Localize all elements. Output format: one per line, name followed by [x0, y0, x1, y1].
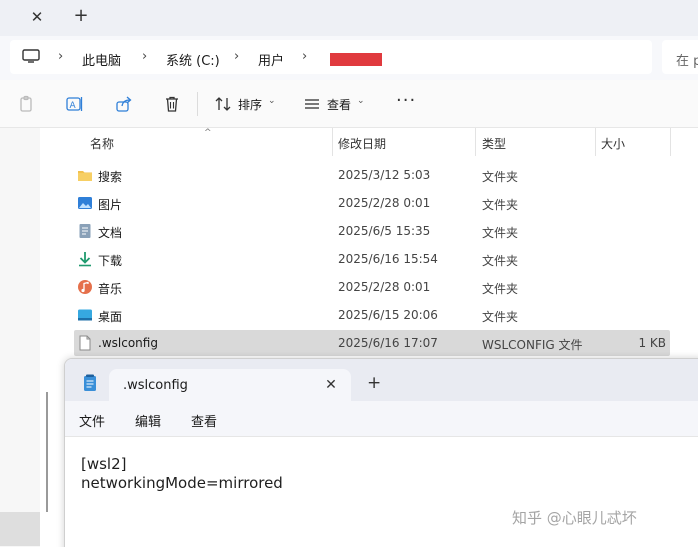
list-item[interactable]: 文档 2025/6/5 15:35 文件夹	[74, 218, 670, 244]
column-header-size[interactable]: 大小	[595, 128, 670, 156]
svg-text:A: A	[70, 101, 77, 111]
breadcrumb-system-drive[interactable]: 系统 (C:)	[166, 50, 220, 69]
file-type: 文件夹	[482, 198, 519, 212]
search-input[interactable]: 在 p	[662, 40, 698, 74]
navigation-pane[interactable]	[0, 128, 40, 547]
file-date: 2025/2/28 0:01	[338, 196, 431, 210]
watermark: 知乎 @心眼儿忒坏	[512, 509, 637, 527]
desktop-folder-icon	[78, 309, 92, 321]
documents-folder-icon	[79, 224, 91, 238]
file-name: 文档	[98, 226, 123, 240]
more-options-icon[interactable]: ···	[396, 90, 416, 111]
redacted-username	[330, 53, 382, 66]
search-placeholder: 在 p	[676, 54, 698, 69]
list-item[interactable]: 下载 2025/6/16 15:54 文件夹	[74, 246, 670, 272]
view-button[interactable]: 查看	[327, 96, 351, 113]
list-item[interactable]: 图片 2025/2/28 0:01 文件夹	[74, 190, 670, 216]
file-type: 文件夹	[482, 310, 519, 324]
chevron-right-icon: ›	[58, 49, 64, 64]
list-item[interactable]: 音乐 2025/2/28 0:01 文件夹	[74, 274, 670, 300]
explorer-tab-strip: ✕ +	[0, 0, 698, 36]
navigation-pane-selected-item[interactable]	[0, 512, 40, 546]
scrollbar[interactable]	[46, 392, 48, 512]
column-divider[interactable]	[670, 128, 671, 156]
music-folder-icon	[78, 280, 92, 294]
column-header-label: 名称	[90, 137, 115, 151]
notepad-tab-strip: .wslconfig ✕ +	[65, 359, 698, 401]
file-icon	[79, 335, 91, 351]
file-list: ^ 名称 修改日期 类型 大小 搜索 2025/3/12 5:03 文件夹 图片…	[56, 128, 698, 358]
breadcrumb-this-pc[interactable]: 此电脑	[82, 50, 121, 69]
downloads-folder-icon	[79, 252, 91, 267]
file-name: 图片	[98, 198, 123, 212]
share-icon[interactable]	[115, 95, 133, 113]
file-type: 文件夹	[482, 170, 519, 184]
file-type: WSLCONFIG 文件	[482, 338, 583, 352]
new-tab-icon[interactable]: +	[70, 5, 92, 27]
file-date: 2025/6/16 15:54	[338, 252, 438, 266]
column-header-date[interactable]: 修改日期	[332, 128, 475, 156]
view-icon[interactable]	[303, 95, 321, 113]
toolbar-divider	[197, 92, 198, 116]
file-name: 下载	[98, 254, 123, 268]
breadcrumb[interactable]: › 此电脑 › 系统 (C:) › 用户 ›	[10, 40, 652, 74]
column-header-label: 修改日期	[338, 137, 387, 151]
search-folder-icon	[78, 171, 92, 181]
file-name: 音乐	[98, 282, 123, 296]
menu-item-view[interactable]: 查看	[191, 411, 217, 430]
pictures-folder-icon	[78, 197, 92, 209]
menu-item-file[interactable]: 文件	[79, 411, 105, 430]
file-name: 搜索	[98, 170, 123, 184]
address-bar: › 此电脑 › 系统 (C:) › 用户 › 在 p	[0, 36, 698, 80]
column-header-label: 大小	[601, 137, 626, 151]
file-date: 2025/3/12 5:03	[338, 168, 431, 182]
chevron-down-icon: ⌄	[357, 96, 365, 106]
notepad-app-icon	[84, 374, 96, 391]
breadcrumb-users[interactable]: 用户	[258, 50, 284, 69]
sort-button[interactable]: 排序	[238, 96, 262, 113]
notepad-tab-title: .wslconfig	[123, 378, 188, 393]
file-name: 桌面	[98, 310, 123, 324]
file-size: 1 KB	[638, 336, 666, 350]
file-date: 2025/6/15 20:06	[338, 308, 438, 322]
chevron-right-icon: ›	[302, 49, 308, 64]
chevron-right-icon: ›	[142, 49, 148, 64]
notepad-menu-bar: 文件 编辑 查看	[65, 401, 698, 437]
computer-icon	[22, 49, 40, 63]
notepad-text-area[interactable]: [wsl2] networkingMode=mirrored	[81, 455, 283, 493]
file-type: 文件夹	[482, 254, 519, 268]
chevron-right-icon: ›	[234, 49, 240, 64]
file-date: 2025/6/5 15:35	[338, 224, 431, 238]
close-tab-icon[interactable]: ✕	[26, 6, 48, 28]
column-header-name[interactable]: 名称	[56, 128, 332, 156]
rename-icon[interactable]: A	[66, 95, 84, 113]
file-type: 文件夹	[482, 226, 519, 240]
list-item[interactable]: 搜索 2025/3/12 5:03 文件夹	[74, 162, 670, 188]
chevron-down-icon: ⌄	[268, 96, 276, 106]
menu-item-edit[interactable]: 编辑	[135, 411, 161, 430]
list-item[interactable]: 桌面 2025/6/15 20:06 文件夹	[74, 302, 670, 328]
file-date: 2025/2/28 0:01	[338, 280, 431, 294]
sort-icon[interactable]	[214, 95, 232, 113]
paste-icon[interactable]	[18, 95, 36, 113]
command-bar: A 排序 ⌄ 查看 ⌄ ···	[0, 80, 698, 128]
file-type: 文件夹	[482, 282, 519, 296]
column-header-type[interactable]: 类型	[475, 128, 595, 156]
new-tab-icon[interactable]: +	[367, 375, 381, 392]
list-item-selected[interactable]: .wslconfig 2025/6/16 17:07 WSLCONFIG 文件 …	[74, 330, 670, 356]
delete-icon[interactable]	[163, 95, 181, 113]
column-header-label: 类型	[482, 137, 507, 151]
close-icon[interactable]: ✕	[321, 375, 341, 395]
file-name: .wslconfig	[98, 336, 158, 350]
file-date: 2025/6/16 17:07	[338, 336, 438, 350]
notepad-tab-wslconfig[interactable]: .wslconfig ✕	[109, 369, 351, 401]
